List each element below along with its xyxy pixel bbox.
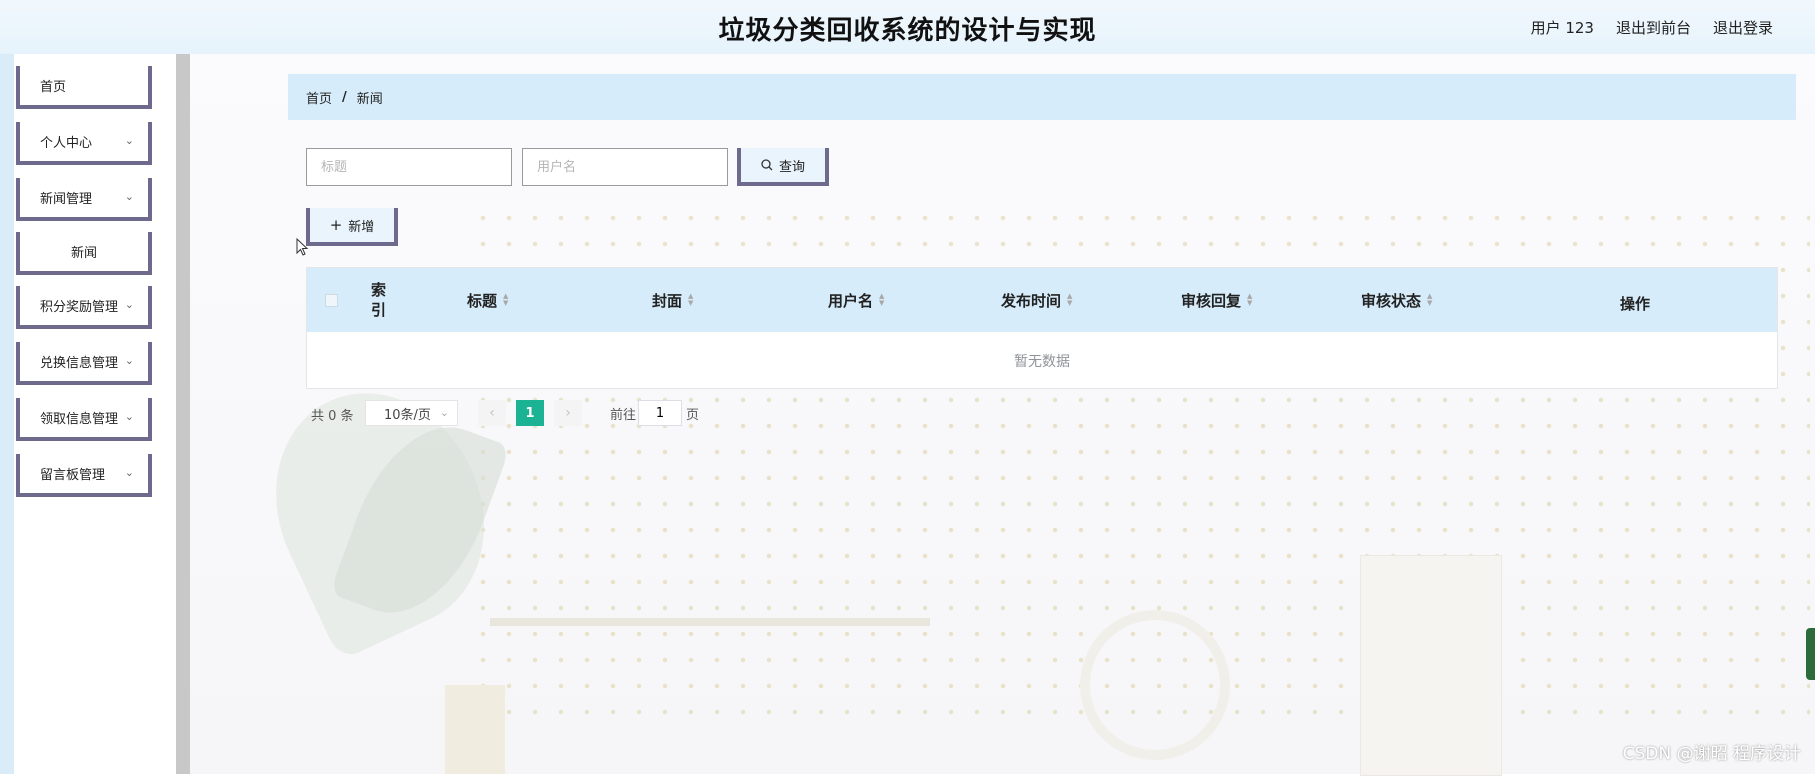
ring-decoration bbox=[1080, 610, 1230, 760]
sort-icon[interactable]: ▲ ▼ bbox=[879, 293, 884, 307]
column-header-label: 发布时间 bbox=[1001, 291, 1062, 310]
top-header: 垃圾分类回收系统的设计与实现 用户 123 退出到前台 退出登录 bbox=[0, 0, 1815, 54]
sort-icon[interactable]: ▲ ▼ bbox=[1067, 293, 1072, 307]
column-header-review-status[interactable]: 审核状态 ▲ ▼ bbox=[1361, 268, 1432, 332]
select-all-checkbox[interactable] bbox=[325, 294, 338, 307]
column-header-cover[interactable]: 封面 ▲ ▼ bbox=[652, 268, 693, 332]
column-header-review-reply[interactable]: 审核回复 ▲ ▼ bbox=[1181, 268, 1252, 332]
prev-page-button[interactable]: ‹ bbox=[478, 400, 506, 426]
chevron-right-icon: › bbox=[565, 405, 571, 421]
sort-icon[interactable]: ▲ ▼ bbox=[1247, 293, 1252, 307]
add-button[interactable]: + 新增 bbox=[306, 208, 398, 246]
breadcrumb: 首页 / 新闻 bbox=[288, 74, 1796, 120]
page-size-select[interactable]: 10条/页 ⌄ bbox=[365, 400, 458, 426]
mouse-pointer-icon bbox=[296, 238, 309, 256]
shelf-decoration bbox=[490, 618, 930, 626]
column-header-actions: 操作 bbox=[1620, 271, 1650, 335]
username-search-input[interactable] bbox=[522, 148, 728, 186]
chevron-left-icon: ‹ bbox=[489, 405, 495, 421]
column-header-label: 用户名 bbox=[828, 291, 874, 310]
sidebar-item-label: 领取信息管理 bbox=[40, 412, 119, 427]
sidebar-item-personal-center[interactable]: 个人中心 ⌄ bbox=[16, 122, 152, 165]
plus-icon: + bbox=[329, 216, 343, 234]
column-header-label: 审核状态 bbox=[1361, 291, 1422, 310]
sidebar-scrollbar[interactable] bbox=[176, 54, 190, 774]
sidebar-item-points-reward[interactable]: 积分奖励管理 ⌄ bbox=[16, 286, 152, 329]
breadcrumb-current: 新闻 bbox=[356, 91, 383, 107]
next-page-button[interactable]: › bbox=[554, 400, 582, 426]
sidebar-item-home[interactable]: 首页 bbox=[16, 66, 152, 109]
box-decoration bbox=[445, 685, 505, 774]
sidebar-item-exchange-info[interactable]: 兑换信息管理 ⌄ bbox=[16, 342, 152, 385]
chevron-down-icon: ⌄ bbox=[124, 410, 134, 423]
sidebar-item-label: 新闻 bbox=[70, 246, 97, 261]
exit-to-front-link[interactable]: 退出到前台 bbox=[1616, 17, 1691, 38]
breadcrumb-separator: / bbox=[342, 89, 347, 105]
query-button[interactable]: 查询 bbox=[737, 148, 829, 186]
query-button-label: 查询 bbox=[778, 159, 805, 175]
sort-icon[interactable]: ▲ ▼ bbox=[688, 293, 693, 307]
page-suffix: 页 bbox=[686, 407, 700, 423]
sort-icon[interactable]: ▲ ▼ bbox=[1427, 293, 1432, 307]
column-header-publish-time[interactable]: 发布时间 ▲ ▼ bbox=[1001, 268, 1072, 332]
column-header-label: 操作 bbox=[1620, 294, 1651, 313]
table-header: 索 引 标题 ▲ ▼ 封面 ▲ ▼ 用户名 ▲ ▼ 发布时间 ▲ ▼ 审核回复 ▲ ▼ 审… bbox=[307, 268, 1777, 332]
watermark: CSDN @谢昭 程序设计 bbox=[1622, 744, 1801, 764]
sidebar: 首页 个人中心 ⌄ 新闻管理 ⌄ 新闻 积分奖励管理 ⌄ 兑换信息管理 ⌄ 领取… bbox=[14, 54, 176, 774]
pillar-decoration bbox=[1360, 555, 1502, 776]
column-header-username[interactable]: 用户名 ▲ ▼ bbox=[828, 268, 884, 332]
column-header-index-line1: 索 bbox=[371, 281, 387, 299]
header-links: 用户 123 退出到前台 退出登录 bbox=[1531, 17, 1773, 38]
search-icon bbox=[761, 159, 773, 171]
sidebar-item-claim-info[interactable]: 领取信息管理 ⌄ bbox=[16, 398, 152, 441]
sidebar-item-label: 留言板管理 bbox=[40, 468, 106, 483]
chevron-down-icon: ⌄ bbox=[439, 406, 449, 419]
chevron-down-icon: ⌄ bbox=[124, 134, 134, 147]
sidebar-item-label: 兑换信息管理 bbox=[40, 356, 119, 371]
sidebar-item-news-management[interactable]: 新闻管理 ⌄ bbox=[16, 178, 152, 221]
empty-state: 暂无数据 bbox=[1014, 354, 1070, 370]
chevron-down-icon: ⌄ bbox=[124, 466, 134, 479]
page-number-current[interactable]: 1 bbox=[516, 400, 544, 426]
sidebar-item-label: 积分奖励管理 bbox=[40, 300, 119, 315]
logout-link[interactable]: 退出登录 bbox=[1713, 17, 1773, 38]
column-header-label: 标题 bbox=[467, 291, 498, 310]
breadcrumb-home[interactable]: 首页 bbox=[306, 88, 332, 107]
column-header-index-line2: 引 bbox=[371, 301, 387, 319]
pagination-total: 共 0 条 bbox=[311, 408, 354, 424]
chevron-down-icon: ⌄ bbox=[124, 354, 134, 367]
sidebar-item-label: 个人中心 bbox=[40, 136, 93, 151]
sidebar-item-message-board[interactable]: 留言板管理 ⌄ bbox=[16, 454, 152, 497]
column-header-label: 审核回复 bbox=[1181, 291, 1242, 310]
column-header-label: 封面 bbox=[652, 291, 683, 310]
add-button-label: 新增 bbox=[348, 219, 375, 235]
left-strip bbox=[0, 54, 14, 774]
goto-page-input[interactable] bbox=[638, 400, 682, 426]
sort-icon[interactable]: ▲ ▼ bbox=[503, 293, 508, 307]
title-search-input[interactable] bbox=[306, 148, 512, 186]
chevron-down-icon: ⌄ bbox=[124, 298, 134, 311]
sidebar-item-label: 首页 bbox=[40, 80, 67, 95]
column-header-index: 索 引 bbox=[371, 268, 386, 332]
sidebar-subitem-news[interactable]: 新闻 bbox=[16, 232, 152, 275]
goto-label: 前往 bbox=[610, 407, 637, 423]
user-label[interactable]: 用户 123 bbox=[1531, 17, 1594, 38]
news-table: 索 引 标题 ▲ ▼ 封面 ▲ ▼ 用户名 ▲ ▼ 发布时间 ▲ ▼ 审核回复 ▲ ▼ 审… bbox=[306, 267, 1778, 389]
sidebar-item-label: 新闻管理 bbox=[40, 192, 93, 207]
column-header-title[interactable]: 标题 ▲ ▼ bbox=[467, 268, 508, 332]
side-tab-handle[interactable] bbox=[1806, 628, 1815, 680]
page-size-value: 10条/页 bbox=[384, 407, 431, 423]
chevron-down-icon: ⌄ bbox=[124, 190, 134, 203]
